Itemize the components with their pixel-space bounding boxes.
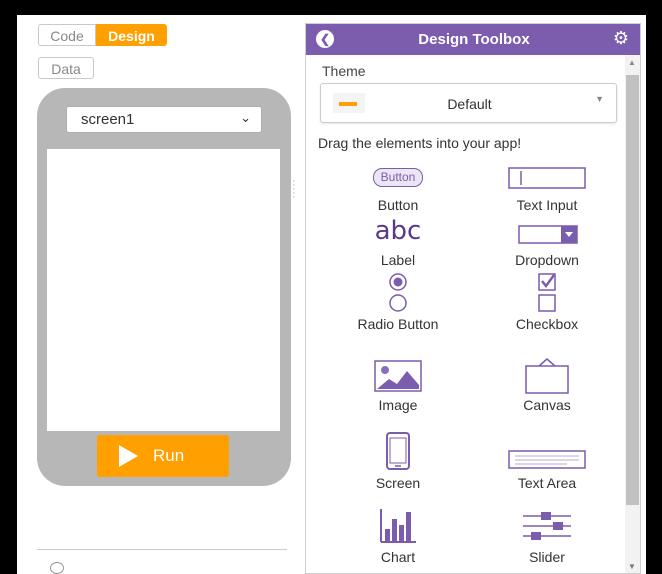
tool-text-input[interactable]: Text Input: [482, 159, 612, 213]
screen-select[interactable]: screen1 ⌄: [66, 106, 262, 133]
screen-select-value: screen1: [81, 111, 135, 128]
dropdown-icon: [518, 225, 578, 244]
design-mode-button[interactable]: Design: [96, 24, 167, 46]
gear-icon[interactable]: ⚙: [613, 28, 629, 49]
tool-canvas[interactable]: Canvas: [482, 357, 612, 413]
play-icon: [119, 445, 138, 467]
theme-select[interactable]: Default ▼: [320, 83, 617, 123]
tool-label: Dropdown: [515, 252, 579, 268]
run-button-label: Run: [153, 446, 185, 465]
app-screen-canvas[interactable]: [47, 149, 280, 431]
tool-checkbox[interactable]: Checkbox: [482, 272, 612, 332]
slider-icon: [523, 512, 571, 540]
caret-down-icon: ▼: [595, 94, 604, 104]
tool-screen[interactable]: Screen: [333, 431, 463, 491]
theme-label: Theme: [322, 63, 366, 79]
text-area-icon: [508, 450, 586, 469]
screen-icon: [386, 432, 410, 470]
tool-label: Text Input: [516, 197, 578, 213]
tool-label: Button: [377, 197, 419, 213]
tool-label-element[interactable]: abc Label: [333, 214, 463, 268]
tool-label: Radio Button: [357, 316, 439, 332]
tool-dropdown[interactable]: Dropdown: [482, 214, 612, 268]
scroll-up-icon[interactable]: ▲: [628, 58, 636, 67]
tool-text-area[interactable]: Text Area: [482, 431, 612, 491]
checkbox-icon: [538, 273, 556, 312]
tool-label: Label: [380, 252, 416, 268]
radio-button-icon: [389, 273, 407, 312]
tool-label: Canvas: [523, 397, 571, 413]
image-icon: [374, 360, 422, 392]
tool-button[interactable]: Button Button: [333, 159, 463, 213]
design-toolbox: ❮ Design Toolbox ⚙ Theme Default ▼ Drag …: [305, 23, 641, 574]
code-mode-button[interactable]: Code: [38, 24, 96, 46]
chart-icon: [380, 509, 416, 543]
drag-hint: Drag the elements into your app!: [318, 135, 522, 151]
toolbox-scrollbar[interactable]: ▲ ▼: [625, 55, 640, 573]
button-preview-icon: Button: [372, 168, 424, 187]
divider: [37, 549, 287, 550]
tool-label: Screen: [375, 475, 421, 491]
tool-label: Text Area: [517, 475, 577, 491]
tool-label: Chart: [380, 549, 416, 565]
text-input-icon: [508, 167, 586, 189]
tool-label: Checkbox: [515, 316, 579, 332]
toolbox-header: ❮ Design Toolbox ⚙: [306, 24, 640, 55]
label-preview-icon: abc: [374, 216, 422, 246]
tool-label: Slider: [529, 549, 565, 565]
scroll-down-icon[interactable]: ▼: [628, 562, 636, 571]
phone-preview: screen1 ⌄ Run: [37, 88, 291, 486]
eye-icon[interactable]: [50, 562, 64, 574]
theme-value: Default: [447, 96, 492, 112]
chevron-down-icon: ⌄: [240, 110, 251, 125]
canvas-icon: [525, 358, 569, 394]
run-button[interactable]: Run: [97, 435, 229, 477]
scroll-thumb[interactable]: [626, 75, 639, 505]
panel-resize-handle[interactable]: · · · · ·: [292, 176, 296, 203]
tool-chart[interactable]: Chart: [333, 507, 463, 565]
tool-radio-button[interactable]: Radio Button: [333, 272, 463, 332]
data-mode-button[interactable]: Data: [38, 57, 94, 79]
tool-image[interactable]: Image: [333, 357, 463, 413]
tool-label: Image: [378, 397, 418, 413]
app-frame: Code Design Data screen1 ⌄ Run · · · · · ❮ D…: [17, 15, 646, 574]
tool-slider[interactable]: Slider: [482, 507, 612, 565]
toolbox-title: Design Toolbox: [418, 31, 530, 48]
